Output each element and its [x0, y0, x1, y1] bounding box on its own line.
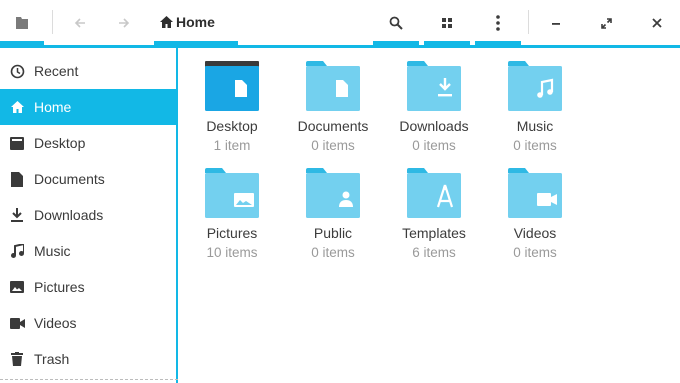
download-icon [9, 207, 25, 223]
desktop-folder-icon [205, 61, 259, 111]
sidebar-item-label: Trash [34, 351, 70, 367]
more-vertical-icon [496, 15, 500, 31]
folder-item-downloads[interactable]: Downloads 0 items [384, 61, 484, 161]
trash-icon [9, 351, 25, 367]
sidebar-item-pictures[interactable]: Pictures [0, 269, 176, 305]
clock-icon [9, 63, 25, 79]
folder-item-documents[interactable]: Documents 0 items [283, 61, 383, 161]
picture-icon [9, 279, 25, 295]
sidebar-item-label: Music [34, 243, 71, 259]
back-button[interactable] [64, 0, 96, 46]
sidebar-item-downloads[interactable]: Downloads [0, 197, 176, 233]
sidebar-item-label: Recent [34, 63, 79, 79]
templates-folder-icon [407, 168, 461, 218]
close-button[interactable] [641, 0, 673, 46]
breadcrumb-label: Home [176, 14, 215, 30]
sidebar-item-label: Desktop [34, 135, 86, 151]
sidebar-item-desktop[interactable]: Desktop [0, 125, 176, 161]
folder-count: 0 items [513, 138, 557, 153]
pictures-folder-icon [205, 168, 259, 218]
file-manager-icon [16, 17, 28, 29]
folder-item-desktop[interactable]: Desktop 1 item [182, 61, 282, 161]
view-button[interactable] [424, 0, 470, 46]
breadcrumb[interactable]: Home [160, 0, 215, 44]
sidebar-item-label: Videos [34, 315, 77, 331]
minimize-button[interactable] [540, 0, 572, 46]
menu-button[interactable] [475, 0, 521, 46]
folder-name: Music [516, 118, 554, 134]
sidebar-item-home[interactable]: Home [0, 89, 176, 125]
sidebar-divider [0, 379, 178, 380]
forward-arrow-icon [119, 18, 130, 28]
sidebar-item-trash[interactable]: Trash [0, 341, 176, 377]
maximize-icon [600, 17, 612, 29]
folder-item-templates[interactable]: Templates 6 items [384, 168, 484, 268]
home-icon [9, 99, 25, 115]
folder-name: Videos [513, 225, 557, 241]
search-icon [389, 16, 403, 30]
maximize-button[interactable] [590, 0, 622, 46]
back-arrow-icon [74, 18, 85, 28]
file-manager-button[interactable] [0, 0, 44, 46]
sidebar-item-music[interactable]: Music [0, 233, 176, 269]
sidebar: Recent Home Desktop Documents Downloads … [0, 48, 178, 383]
home-icon [160, 16, 173, 28]
sidebar-item-label: Home [34, 99, 72, 115]
desktop-icon [9, 135, 25, 151]
document-icon [9, 171, 25, 187]
video-icon [9, 315, 25, 331]
folder-item-videos[interactable]: Videos 0 items [485, 168, 585, 268]
grid-view-icon [442, 18, 452, 28]
sidebar-item-label: Downloads [34, 207, 104, 223]
music-folder-icon [508, 61, 562, 111]
sidebar-item-label: Documents [34, 171, 105, 187]
folder-item-pictures[interactable]: Pictures 10 items [182, 168, 282, 268]
folder-count: 0 items [513, 245, 557, 260]
sidebar-item-videos[interactable]: Videos [0, 305, 176, 341]
header-bar: Home [0, 0, 680, 46]
music-icon [9, 243, 25, 259]
sidebar-item-label: Pictures [34, 279, 85, 295]
videos-folder-icon [508, 168, 562, 218]
folder-item-public[interactable]: Public 0 items [283, 168, 383, 268]
search-button[interactable] [373, 0, 419, 46]
separator [528, 10, 529, 34]
sidebar-item-documents[interactable]: Documents [0, 161, 176, 197]
minimize-icon [552, 23, 560, 25]
separator [52, 10, 53, 34]
download-folder-icon [407, 61, 461, 111]
folder-item-music[interactable]: Music 0 items [485, 61, 585, 161]
sidebar-item-recent[interactable]: Recent [0, 53, 176, 89]
close-icon [652, 18, 662, 28]
folder-icon [306, 61, 360, 111]
forward-button[interactable] [108, 0, 140, 46]
public-folder-icon [306, 168, 360, 218]
